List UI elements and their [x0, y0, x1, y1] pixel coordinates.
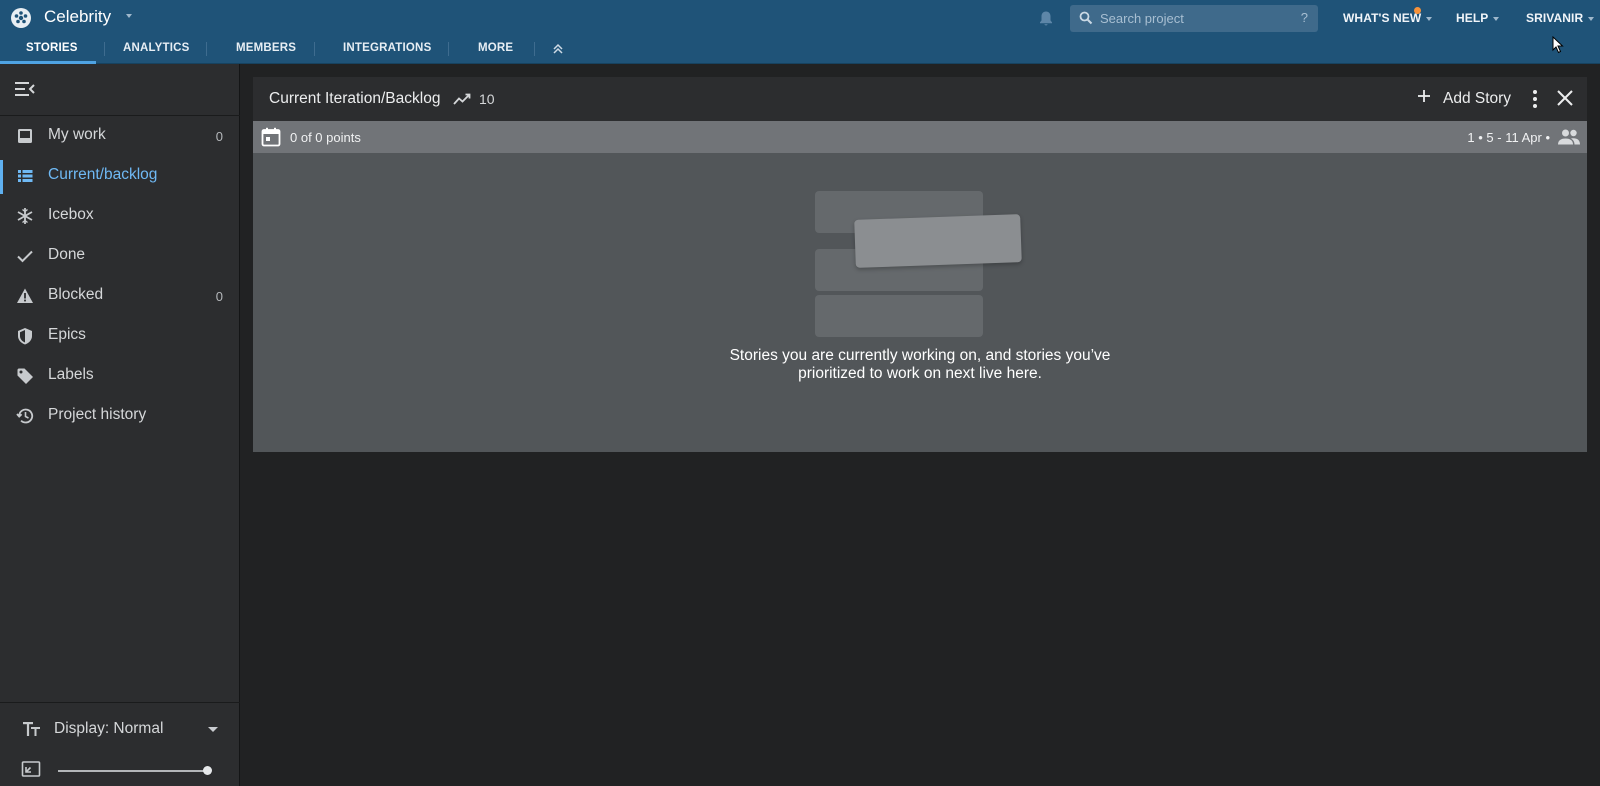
tab-stories[interactable]: STORIES — [26, 42, 78, 54]
sidebar-item-project-history[interactable]: Project history — [0, 396, 239, 436]
tab-separator — [448, 42, 449, 56]
sidebar-footer-divider — [0, 702, 240, 703]
more-options-icon[interactable] — [1528, 88, 1542, 110]
iteration-header[interactable]: 0 of 0 points 1 • 5 - 11 Apr • — [253, 121, 1587, 153]
tab-separator — [314, 42, 315, 56]
sidebar-item-label: Icebox — [48, 206, 94, 223]
empty-state-illustration — [815, 191, 1025, 337]
calendar-icon — [261, 127, 281, 147]
collapse-sidebar-icon[interactable] — [14, 80, 36, 98]
tab-separator — [534, 42, 535, 56]
sidebar-item-count: 0 — [215, 289, 223, 304]
project-caret-icon[interactable] — [126, 14, 132, 18]
display-mode-label: Display: Normal — [54, 720, 164, 737]
whats-new-label: WHAT'S NEW — [1343, 11, 1422, 25]
check-icon — [17, 250, 33, 263]
placeholder-card-floating — [854, 214, 1022, 268]
project-tabs: STORIES ANALYTICS MEMBERS INTEGRATIONS M… — [0, 38, 600, 64]
sidebar-item-done[interactable]: Done — [0, 236, 239, 276]
iteration-points: 0 of 0 points — [290, 130, 361, 145]
search-box[interactable]: ? — [1070, 5, 1318, 32]
chevron-down-icon — [1493, 16, 1500, 21]
sidebar: My work 0 Current/backlog Icebox Done Bl… — [0, 64, 240, 786]
zoom-slider-handle[interactable] — [203, 766, 212, 775]
chevron-down-icon — [1426, 16, 1433, 21]
current-backlog-panel: Current Iteration/Backlog 10 Add Story 0… — [253, 77, 1587, 452]
project-name[interactable]: Celebrity — [44, 7, 111, 27]
chevron-down-icon — [1588, 16, 1595, 21]
sidebar-item-label: Blocked — [48, 286, 104, 303]
velocity-trend-icon[interactable] — [453, 92, 471, 106]
tag-icon — [17, 368, 33, 384]
search-icon — [1079, 11, 1093, 25]
mouse-cursor-icon — [1552, 36, 1564, 54]
snowflake-icon — [17, 208, 33, 224]
sidebar-item-icebox[interactable]: Icebox — [0, 196, 239, 236]
add-story-label: Add Story — [1443, 90, 1512, 107]
tab-analytics[interactable]: ANALYTICS — [123, 42, 190, 54]
top-bar: Celebrity ? WHAT'S NEW HELP SRIVANIR STO… — [0, 0, 1600, 64]
sidebar-item-label: My work — [48, 126, 106, 143]
bell-icon[interactable] — [1038, 10, 1054, 28]
tab-members[interactable]: MEMBERS — [236, 42, 296, 54]
zoom-slider-track[interactable] — [58, 770, 206, 772]
warning-icon — [17, 288, 33, 303]
display-mode-select[interactable]: Display: Normal — [0, 712, 239, 748]
shield-icon — [18, 328, 32, 345]
tab-separator — [206, 42, 207, 56]
sidebar-item-count: 0 — [215, 129, 223, 144]
zoom-control — [0, 754, 239, 784]
panel-header: Current Iteration/Backlog 10 Add Story — [253, 77, 1587, 121]
sidebar-item-label: Done — [48, 246, 86, 263]
sidebar-item-epics[interactable]: Epics — [0, 316, 239, 356]
help-label: HELP — [1456, 11, 1489, 25]
sidebar-item-my-work[interactable]: My work 0 — [0, 116, 239, 156]
panel-title: Current Iteration/Backlog — [269, 90, 441, 107]
history-icon — [16, 408, 34, 424]
user-label: SRIVANIR — [1526, 11, 1584, 25]
sidebar-item-blocked[interactable]: Blocked 0 — [0, 276, 239, 316]
project-logo-icon[interactable] — [11, 8, 31, 28]
empty-state-message: Stories you are currently working on, an… — [729, 347, 1111, 382]
tab-integrations[interactable]: INTEGRATIONS — [343, 42, 431, 54]
inbox-icon — [18, 129, 32, 143]
plus-icon — [1418, 90, 1430, 102]
team-members-icon[interactable] — [1557, 128, 1581, 146]
sidebar-item-labels[interactable]: Labels — [0, 356, 239, 396]
sidebar-item-label: Project history — [48, 406, 147, 423]
text-size-icon — [23, 722, 40, 736]
iteration-dates: 1 • 5 - 11 Apr • — [1467, 130, 1550, 145]
list-icon — [18, 170, 33, 182]
chevron-down-icon — [208, 727, 218, 732]
sidebar-item-label: Current/backlog — [48, 166, 158, 183]
sidebar-item-label: Epics — [48, 326, 86, 343]
sidebar-item-current-backlog[interactable]: Current/backlog — [0, 156, 239, 196]
notification-dot — [1414, 7, 1421, 14]
tab-separator — [104, 42, 105, 56]
user-menu[interactable]: SRIVANIR — [1526, 11, 1595, 25]
collapse-header-icon[interactable] — [552, 43, 564, 55]
tab-more[interactable]: MORE — [478, 42, 513, 54]
placeholder-card — [815, 295, 983, 337]
search-input[interactable] — [1100, 5, 1290, 32]
close-icon[interactable] — [1556, 89, 1574, 107]
search-help-icon[interactable]: ? — [1301, 10, 1308, 25]
zoom-icon — [21, 761, 41, 777]
help-menu[interactable]: HELP — [1456, 11, 1500, 25]
sidebar-item-label: Labels — [48, 366, 94, 383]
velocity-value[interactable]: 10 — [479, 91, 495, 107]
